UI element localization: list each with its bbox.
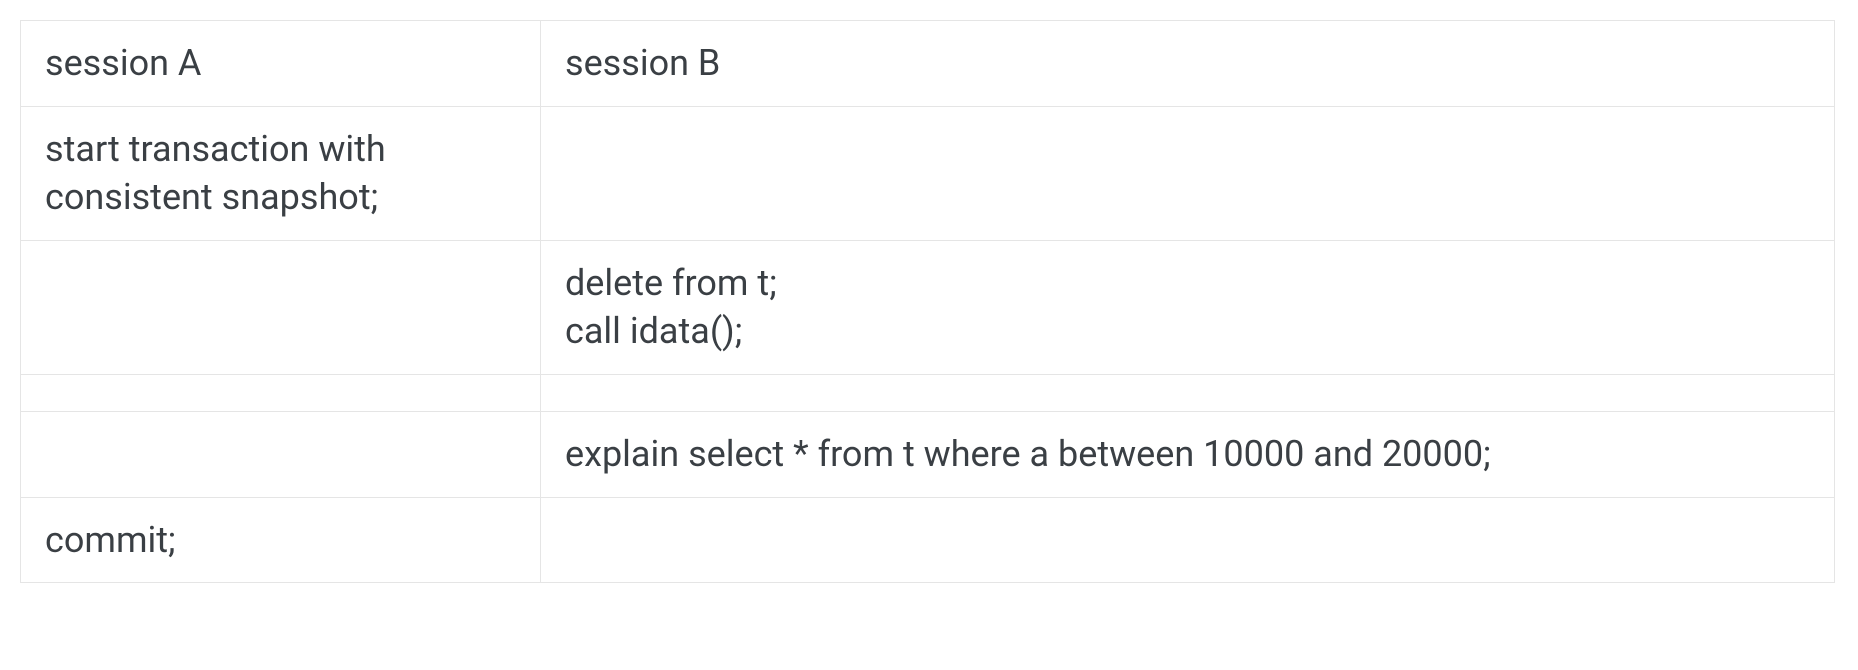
cell-session-a: start transaction with consistent snapsh… — [21, 106, 541, 240]
cell-session-a — [21, 240, 541, 374]
table-row: commit; — [21, 497, 1835, 583]
table-row: start transaction with consistent snapsh… — [21, 106, 1835, 240]
cell-session-b — [541, 106, 1835, 240]
cell-session-b — [541, 497, 1835, 583]
table-row: explain select * from t where a between … — [21, 411, 1835, 497]
table-header-row: session A session B — [21, 21, 1835, 107]
cell-session-a — [21, 374, 541, 411]
header-session-a: session A — [21, 21, 541, 107]
cell-session-a — [21, 411, 541, 497]
session-table: session A session B start transaction wi… — [20, 20, 1835, 583]
header-session-b: session B — [541, 21, 1835, 107]
cell-session-b: explain select * from t where a between … — [541, 411, 1835, 497]
table-row — [21, 374, 1835, 411]
cell-session-a: commit; — [21, 497, 541, 583]
cell-session-b — [541, 374, 1835, 411]
cell-session-b: delete from t; call idata(); — [541, 240, 1835, 374]
table-row: delete from t; call idata(); — [21, 240, 1835, 374]
